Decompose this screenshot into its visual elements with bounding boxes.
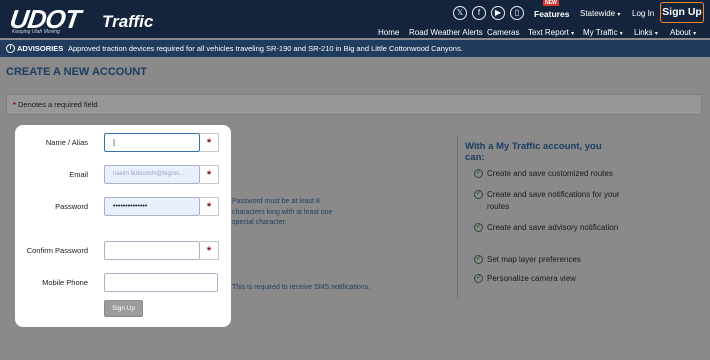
- advisory-text: Approved traction devices required for a…: [68, 44, 463, 53]
- check-circle-icon: ✓: [474, 169, 483, 178]
- required-field-note: * Denotes a required field: [6, 94, 702, 115]
- benefit-text: Create and save notifications for your r…: [487, 190, 620, 211]
- chevron-down-icon: ▾: [693, 31, 697, 37]
- confirm-password-label: Confirm Password: [26, 246, 88, 255]
- email-input[interactable]: nasim butounchi@bigros...: [104, 165, 200, 184]
- mobile-app-icon[interactable]: ▯: [510, 6, 524, 20]
- nav-home[interactable]: Home: [378, 28, 399, 37]
- statewide-label: Statewide: [580, 9, 616, 18]
- login-link[interactable]: Log In: [632, 9, 654, 18]
- nav-my-traffic[interactable]: My Traffic ▾: [583, 28, 623, 37]
- check-circle-icon: ✓: [474, 190, 483, 199]
- mobile-phone-input[interactable]: [104, 273, 218, 292]
- facebook-icon[interactable]: f: [472, 6, 486, 20]
- name-required-indicator: *: [200, 133, 219, 152]
- check-circle-icon: ✓: [474, 274, 483, 283]
- nav-about[interactable]: About ▾: [670, 28, 696, 37]
- page-title: CREATE A NEW ACCOUNT: [6, 66, 147, 78]
- youtube-icon[interactable]: ▶: [491, 6, 505, 20]
- check-circle-icon: ✓: [474, 255, 483, 264]
- email-required-indicator: *: [200, 165, 219, 184]
- nav-text-report[interactable]: Text Report ▾: [528, 28, 574, 37]
- nav-road-weather-alerts[interactable]: Road Weather Alerts: [409, 28, 483, 37]
- chevron-down-icon: ▾: [619, 31, 623, 37]
- chevron-down-icon: ▾: [617, 12, 621, 18]
- name-input[interactable]: |: [104, 133, 200, 152]
- phone-hint: This is required to receive SMS notifica…: [232, 284, 371, 291]
- benefits-title: With a My Traffic account, you can:: [465, 141, 602, 163]
- password-label: Password: [55, 202, 88, 211]
- confirm-password-input[interactable]: [104, 241, 200, 260]
- nav-links[interactable]: Links ▾: [634, 28, 658, 37]
- email-label: Email: [69, 170, 88, 179]
- create-account-form: Name / Alias | * Email nasim butounchi@b…: [15, 125, 231, 327]
- features-link[interactable]: Features: [534, 9, 569, 19]
- nav-links-label: Links: [634, 28, 653, 37]
- required-note-text: Denotes a required field: [18, 100, 98, 109]
- nav-my-traffic-label: My Traffic: [583, 28, 618, 37]
- benefit-text: Personalize camera view: [487, 274, 576, 283]
- logo-tagline: Keeping Utah Moving: [12, 29, 60, 35]
- chevron-down-icon: ▾: [571, 31, 575, 37]
- benefit-text: Set map layer preferences: [487, 255, 581, 264]
- section-divider: [457, 135, 458, 298]
- logo-product-name: Traffic: [102, 12, 154, 31]
- nav-about-label: About: [670, 28, 691, 37]
- check-circle-icon: ✓: [474, 223, 483, 232]
- mobile-phone-label: Mobile Phone: [42, 278, 88, 287]
- top-navigation-bar: UDOT Keeping Utah Moving Traffic 𝕏 f ▶ ▯…: [0, 0, 710, 38]
- name-label: Name / Alias: [45, 138, 88, 147]
- nav-text-report-label: Text Report: [528, 28, 569, 37]
- new-badge: NEW: [543, 0, 559, 6]
- benefit-text: Create and save customized routes: [487, 169, 613, 178]
- x-icon[interactable]: 𝕏: [453, 6, 467, 20]
- info-icon: i: [6, 44, 15, 53]
- statewide-dropdown[interactable]: Statewide ▾: [580, 9, 620, 18]
- signup-header-button[interactable]: Sign Up: [660, 2, 704, 23]
- advisory-label: ADVISORIES: [17, 44, 64, 53]
- password-input[interactable]: ••••••••••••••: [104, 197, 200, 216]
- advisory-banner[interactable]: i ADVISORIES Approved traction devices r…: [0, 40, 710, 57]
- udot-traffic-logo[interactable]: UDOT Keeping Utah Moving Traffic: [6, 4, 156, 36]
- required-star: *: [13, 100, 16, 109]
- nav-cameras[interactable]: Cameras: [487, 28, 519, 37]
- password-hint: Password must be at least 8 characters l…: [232, 198, 333, 226]
- chevron-down-icon: ▾: [654, 31, 658, 37]
- confirm-password-required-indicator: *: [200, 241, 219, 260]
- sign-up-button[interactable]: Sign Up: [104, 300, 143, 317]
- password-required-indicator: *: [200, 197, 219, 216]
- benefit-text: Create and save advisory notification: [487, 223, 619, 232]
